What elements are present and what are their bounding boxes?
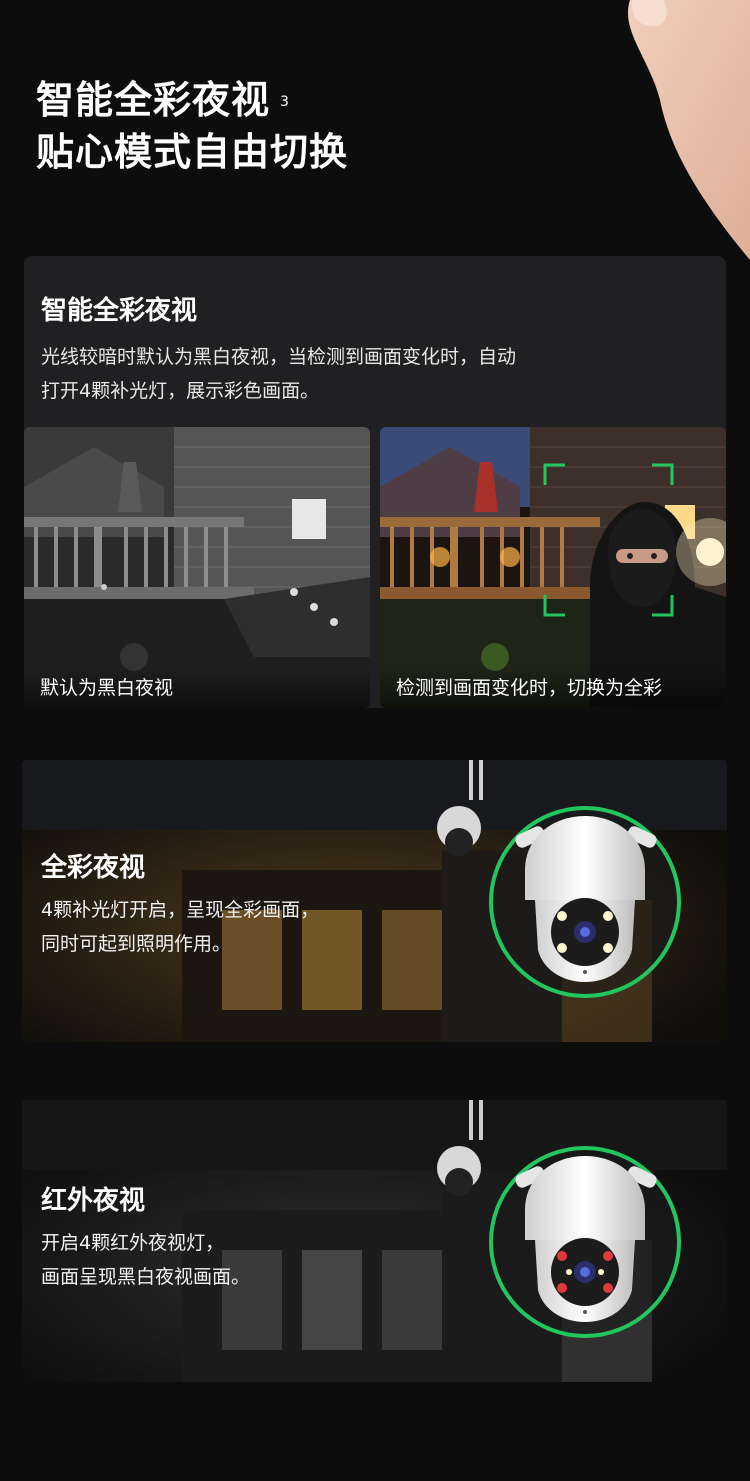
infrared-desc-line2: 画面呈现黑白夜视画面。	[41, 1266, 251, 1288]
card-desc-line1: 光线较暗时默认为黑白夜视，当检测到画面变化时，自动	[41, 346, 517, 368]
infrared-desc-line1: 开启4颗红外夜视灯，	[41, 1232, 225, 1254]
hero-title: 智能全彩夜视 3	[36, 74, 348, 126]
bw-scene-image: 默认为黑白夜视	[24, 427, 370, 708]
color-scene-caption: 检测到画面变化时，切换为全彩	[380, 668, 726, 708]
full-color-title: 全彩夜视	[41, 853, 146, 883]
card-title: 智能全彩夜视	[41, 296, 198, 326]
full-color-feature-card: 全彩夜视 4颗补光灯开启，呈现全彩画面， 同时可起到照明作用。	[22, 760, 727, 1042]
card-desc-line2: 打开4颗补光灯，展示彩色画面。	[41, 380, 320, 402]
bw-scene-caption: 默认为黑白夜视	[24, 668, 370, 708]
smart-night-vision-card: 智能全彩夜视 光线较暗时默认为黑白夜视，当检测到画面变化时，自动 打开4颗补光灯…	[24, 256, 726, 708]
full-color-desc-line2: 同时可起到照明作用。	[41, 933, 232, 955]
color-scene-image: 检测到画面变化时，切换为全彩	[380, 427, 726, 708]
footnote-marker: 3	[280, 94, 290, 110]
hand-image	[628, 0, 750, 260]
hero-heading: 智能全彩夜视 3 贴心模式自由切换	[36, 74, 348, 178]
full-color-desc-line1: 4颗补光灯开启，呈现全彩画面，	[41, 899, 320, 921]
hero-subtitle: 贴心模式自由切换	[36, 130, 349, 174]
infrared-title: 红外夜视	[41, 1186, 146, 1216]
infrared-feature-card: 红外夜视 开启4颗红外夜视灯， 画面呈现黑白夜视画面。	[22, 1100, 727, 1382]
hero-title-text: 智能全彩夜视	[36, 78, 271, 122]
